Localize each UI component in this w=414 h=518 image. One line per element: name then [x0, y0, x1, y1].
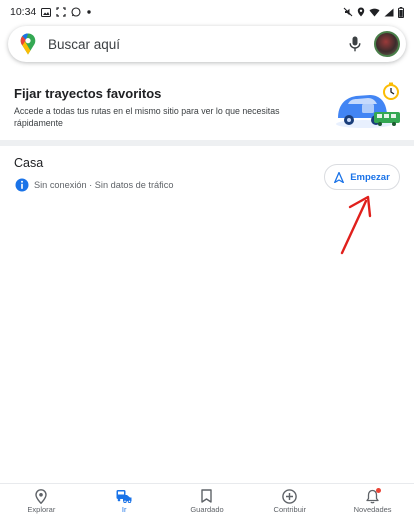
nav-label: Ir	[121, 505, 127, 514]
wifi-icon	[369, 8, 380, 17]
info-icon	[15, 178, 29, 192]
banner-description: Accede a todas tus rutas en el mismo sit…	[14, 106, 280, 128]
account-avatar[interactable]	[374, 31, 400, 57]
route-status: Sin conexión · Sin datos de tráfico	[34, 180, 174, 190]
location-pin-icon	[33, 488, 49, 504]
nav-label: Novedades	[353, 505, 392, 514]
start-button-label: Empezar	[350, 171, 390, 183]
gallery-notification-icon	[41, 7, 52, 17]
car-bus-illustration-icon	[336, 82, 400, 128]
screenshot-notification-icon	[56, 7, 66, 17]
battery-icon	[398, 6, 404, 18]
bookmark-icon	[199, 488, 215, 504]
nav-contribuir[interactable]: Contribuir	[248, 484, 331, 518]
notification-badge	[375, 488, 381, 493]
microphone-icon	[349, 36, 361, 52]
nav-label: Guardado	[190, 505, 224, 514]
location-status-icon	[357, 7, 365, 17]
status-right	[343, 6, 404, 18]
route-title: Casa	[14, 156, 44, 170]
nav-label: Contribuir	[273, 505, 307, 514]
bottom-navigation: Explorar Ir Guardado Contribuir Novedade…	[0, 483, 414, 518]
mute-icon	[343, 7, 353, 17]
bell-icon	[365, 488, 381, 504]
banner-title: Fijar trayectos favoritos	[14, 86, 162, 101]
search-bar[interactable]	[8, 26, 406, 62]
commute-icon	[116, 488, 132, 504]
search-input[interactable]	[48, 36, 340, 52]
whatsapp-notification-icon	[71, 7, 81, 17]
signal-icon	[384, 8, 394, 17]
status-left: 10:34	[10, 6, 92, 18]
nav-novedades[interactable]: Novedades	[331, 484, 414, 518]
status-time: 10:34	[10, 6, 37, 18]
google-maps-logo-icon	[10, 26, 46, 62]
nav-ir[interactable]: Ir	[83, 484, 166, 518]
favorite-routes-banner[interactable]: Fijar trayectos favoritos Accede a todas…	[0, 72, 414, 140]
more-notifications-dot-icon	[86, 9, 92, 15]
nav-explorar[interactable]: Explorar	[0, 484, 83, 518]
navigation-arrow-icon	[334, 171, 345, 183]
start-navigation-button[interactable]: Empezar	[324, 164, 400, 190]
status-bar: 10:34	[0, 0, 414, 24]
annotation-arrow-icon	[340, 195, 372, 255]
voice-search-button[interactable]	[340, 29, 370, 59]
nav-guardado[interactable]: Guardado	[166, 484, 249, 518]
nav-label: Explorar	[27, 505, 56, 514]
add-circle-icon	[282, 488, 298, 504]
